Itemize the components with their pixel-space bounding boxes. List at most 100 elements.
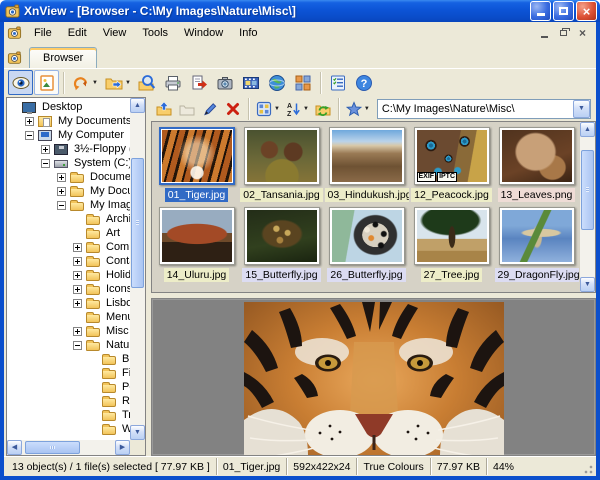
thumbnail-13-leaves-png[interactable]: 13_Leaves.png: [494, 127, 579, 202]
tree-expander[interactable]: [73, 271, 82, 280]
tree-expander[interactable]: [41, 145, 50, 154]
tree-item-rept[interactable]: Rept: [7, 394, 130, 408]
thumbnail-vertical-scrollbar[interactable]: ▲ ▼: [580, 122, 595, 292]
chevron-down-icon[interactable]: ▼: [92, 80, 98, 86]
menu-item-edit[interactable]: Edit: [60, 25, 95, 41]
thumbnail-image[interactable]: [329, 127, 405, 185]
browser-mode-button[interactable]: [8, 70, 33, 95]
title-bar[interactable]: XnView - [Browser - C:\My Images\Nature\…: [0, 0, 600, 22]
tree-expander[interactable]: [73, 299, 82, 308]
favorites-button[interactable]: ▼: [344, 98, 372, 120]
tree-item-my-documents[interactable]: My Documents: [7, 114, 130, 128]
tree-item-3-floppy-a-[interactable]: 3½-Floppy (A:): [7, 142, 130, 156]
export-button[interactable]: [187, 70, 212, 95]
chevron-down-icon[interactable]: ▼: [125, 80, 131, 86]
delete-button[interactable]: [222, 98, 244, 120]
tree-expander[interactable]: [57, 173, 66, 182]
thumbnail-image[interactable]: EXIFIPTC: [414, 127, 490, 185]
tree-item-menu[interactable]: Menu: [7, 310, 130, 324]
tree-expander[interactable]: [73, 341, 82, 350]
view-mode-button[interactable]: ▼: [254, 98, 282, 120]
tree-expander[interactable]: [25, 117, 34, 126]
thumbnail-27-tree-jpg[interactable]: 27_Tree.jpg: [409, 207, 494, 282]
thumbnail-filename[interactable]: 29_DragonFly.jpg: [495, 268, 579, 282]
help-button[interactable]: ?: [352, 70, 377, 95]
tree-expander[interactable]: [57, 187, 66, 196]
path-combobox[interactable]: ▼: [377, 99, 591, 119]
print-button[interactable]: [161, 70, 186, 95]
scroll-down-arrow[interactable]: ▼: [130, 425, 145, 440]
mdi-close-button[interactable]: ×: [574, 26, 591, 41]
maximize-button[interactable]: [553, 1, 574, 21]
tree-expander[interactable]: [73, 257, 82, 266]
refresh-button[interactable]: [312, 98, 334, 120]
tree-item-architect[interactable]: Architect: [7, 212, 130, 226]
options-button[interactable]: [326, 70, 351, 95]
tree-expander[interactable]: [25, 131, 34, 140]
tree-item-desktop[interactable]: Desktop: [7, 100, 130, 114]
close-button[interactable]: ×: [576, 1, 597, 21]
tree-expander[interactable]: [57, 201, 66, 210]
rotate-button[interactable]: ▼: [69, 70, 101, 95]
tree-item-holidays[interactable]: Holidays: [7, 268, 130, 282]
thumbnail-image[interactable]: [329, 207, 405, 265]
thumbnail-filename[interactable]: 26_Butterfly.jpg: [327, 268, 405, 282]
thumbnail-26-butterfly-jpg[interactable]: 26_Butterfly.jpg: [324, 207, 409, 282]
thumbnail-filename[interactable]: 27_Tree.jpg: [421, 268, 483, 282]
tree-item-nature[interactable]: Nature: [7, 338, 130, 352]
scroll-down-arrow[interactable]: ▼: [580, 277, 595, 292]
thumbnail-filename[interactable]: 14_Uluru.jpg: [164, 268, 230, 282]
thumbnail-14-uluru-jpg[interactable]: 14_Uluru.jpg: [154, 207, 239, 282]
mdi-minimize-button[interactable]: [536, 26, 553, 41]
thumbnail-image[interactable]: [499, 127, 575, 185]
menu-item-view[interactable]: View: [95, 25, 135, 41]
scrollbar-thumb[interactable]: [131, 158, 144, 288]
thumbnail-image[interactable]: [499, 207, 575, 265]
chevron-down-icon[interactable]: ▼: [274, 106, 280, 112]
menu-item-window[interactable]: Window: [176, 25, 231, 41]
tree-item-documents-a[interactable]: Documents a: [7, 170, 130, 184]
thumbnail-image[interactable]: [414, 207, 490, 265]
thumbnail-filename[interactable]: 01_Tiger.jpg: [165, 188, 228, 202]
scroll-left-arrow[interactable]: ◀: [7, 440, 22, 455]
web-button[interactable]: [265, 70, 290, 95]
scroll-up-arrow[interactable]: ▲: [580, 122, 595, 137]
thumbnail-12-peacock-jpg[interactable]: EXIFIPTC 12_Peacock.jpg: [409, 127, 494, 202]
tab-browser[interactable]: Browser: [29, 47, 97, 68]
thumbnail-image[interactable]: [159, 127, 235, 185]
new-folder-button[interactable]: [176, 98, 198, 120]
scrollbar-thumb[interactable]: [25, 441, 80, 454]
capture-button[interactable]: [213, 70, 238, 95]
chevron-down-icon[interactable]: ▼: [364, 106, 370, 112]
preview-pane[interactable]: [151, 298, 596, 456]
tree-expander[interactable]: [73, 285, 82, 294]
thumbnail-01-tiger-jpg[interactable]: 01_Tiger.jpg: [154, 127, 239, 202]
slideshow-button[interactable]: [239, 70, 264, 95]
tree-item-birds[interactable]: Birds: [7, 352, 130, 366]
search-button[interactable]: [135, 70, 160, 95]
mdi-restore-button[interactable]: [555, 26, 572, 41]
scroll-right-arrow[interactable]: ▶: [115, 440, 130, 455]
tree-item-icons[interactable]: Icons: [7, 282, 130, 296]
scroll-up-arrow[interactable]: ▲: [130, 98, 145, 113]
thumbnail-image[interactable]: [159, 207, 235, 265]
thumbnail-filename[interactable]: 12_Peacock.jpg: [411, 188, 492, 202]
menu-item-tools[interactable]: Tools: [134, 25, 176, 41]
tree-item-lisboa[interactable]: Lisboa: [7, 296, 130, 310]
tree-item-art[interactable]: Art: [7, 226, 130, 240]
tree-item-contact[interactable]: Contact: [7, 254, 130, 268]
tree-item-system-c-[interactable]: System (C:): [7, 156, 130, 170]
tree-item-my-images[interactable]: My Images: [7, 198, 130, 212]
tree-expander[interactable]: [41, 159, 50, 168]
thumbnail-filename[interactable]: 13_Leaves.png: [498, 188, 576, 202]
thumbnail-filename[interactable]: 15_Butterfly.jpg: [242, 268, 320, 282]
thumbnail-02-tansania-jpg[interactable]: 02_Tansania.jpg: [239, 127, 324, 202]
minimize-button[interactable]: [530, 1, 551, 21]
tree-item-tree[interactable]: Tree: [7, 408, 130, 422]
combo-dropdown-arrow[interactable]: ▼: [573, 100, 590, 118]
tree-expander[interactable]: [73, 243, 82, 252]
layout-button[interactable]: [291, 70, 316, 95]
sort-button[interactable]: A Z ▼: [283, 98, 311, 120]
path-input[interactable]: [378, 103, 573, 115]
open-button[interactable]: ▼: [102, 70, 134, 95]
